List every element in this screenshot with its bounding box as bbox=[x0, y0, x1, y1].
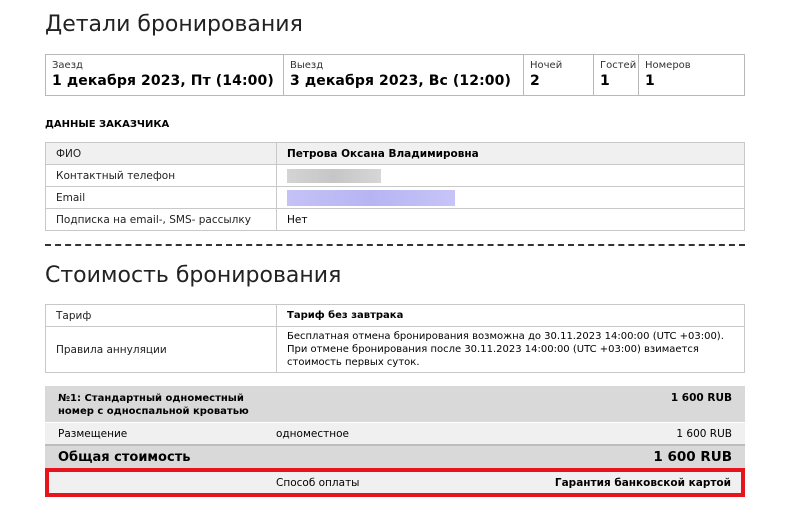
rooms-value: 1 bbox=[645, 73, 655, 89]
nights-cell: Ночей 2 bbox=[524, 55, 594, 95]
payment-method-value: Гарантия банковской картой bbox=[554, 476, 731, 489]
nights-value: 2 bbox=[530, 73, 540, 89]
redacted-phone bbox=[287, 168, 381, 183]
checkout-label: Выезд bbox=[290, 60, 324, 71]
total-price: 1 600 RUB bbox=[653, 449, 732, 465]
table-row: Контактный телефон bbox=[45, 164, 745, 187]
customer-table: ФИО Петрова Оксана Владимировна Контактн… bbox=[45, 142, 745, 231]
rooms-label: Номеров bbox=[645, 60, 691, 71]
room-title: №1: Стандартный одноместный номер с одно… bbox=[58, 393, 249, 417]
subscription-label: Подписка на email-, SMS- рассылку bbox=[45, 208, 277, 231]
email-value bbox=[276, 186, 745, 209]
table-row: ФИО Петрова Оксана Владимировна bbox=[45, 142, 745, 165]
booking-details-title: Детали бронирования bbox=[45, 12, 303, 37]
guests-cell: Гостей 1 bbox=[594, 55, 639, 95]
checkin-label: Заезд bbox=[52, 60, 83, 71]
cancellation-value: Бесплатная отмена бронирования возможна … bbox=[276, 326, 745, 373]
accommodation-label: Размещение bbox=[58, 427, 128, 440]
payment-method-label: Способ оплаты bbox=[276, 476, 360, 489]
full-name-value: Петрова Оксана Владимировна bbox=[276, 142, 745, 165]
redacted-email bbox=[287, 189, 455, 206]
total-row: Общая стоимость 1 600 RUB bbox=[45, 444, 745, 468]
accommodation-type: одноместное bbox=[276, 427, 349, 440]
subscription-value: Нет bbox=[276, 208, 745, 231]
total-label: Общая стоимость bbox=[58, 449, 191, 465]
checkout-value: 3 декабря 2023, Вс (12:00) bbox=[290, 73, 511, 89]
accommodation-price: 1 600 RUB bbox=[676, 427, 732, 440]
cancellation-label: Правила аннуляции bbox=[45, 326, 277, 373]
full-name-label: ФИО bbox=[45, 142, 277, 165]
tariff-table: Тариф Тариф без завтрака Правила аннуляц… bbox=[45, 304, 745, 373]
checkin-value: 1 декабря 2023, Пт (14:00) bbox=[52, 73, 274, 89]
table-row: Тариф Тариф без завтрака bbox=[45, 304, 745, 327]
nights-label: Ночей bbox=[530, 60, 563, 71]
customer-section-title: ДАННЫЕ ЗАКАЗЧИКА bbox=[45, 119, 170, 130]
checkin-cell: Заезд 1 декабря 2023, Пт (14:00) bbox=[46, 55, 284, 95]
table-row: Подписка на email-, SMS- рассылку Нет bbox=[45, 208, 745, 231]
accommodation-row: Размещение одноместное 1 600 RUB bbox=[45, 422, 745, 444]
booking-cost-title: Стоимость бронирования bbox=[45, 263, 342, 288]
payment-method-row: Способ оплаты Гарантия банковской картой bbox=[45, 468, 745, 497]
checkout-cell: Выезд 3 декабря 2023, Вс (12:00) bbox=[284, 55, 524, 95]
email-label: Email bbox=[45, 186, 277, 209]
booking-summary: Заезд 1 декабря 2023, Пт (14:00) Выезд 3… bbox=[45, 54, 745, 96]
room-row: №1: Стандартный одноместный номер с одно… bbox=[45, 386, 745, 422]
phone-label: Контактный телефон bbox=[45, 164, 277, 187]
guests-value: 1 bbox=[600, 73, 610, 89]
price-breakdown: №1: Стандартный одноместный номер с одно… bbox=[45, 386, 745, 468]
phone-value bbox=[276, 164, 745, 187]
section-divider bbox=[45, 244, 745, 246]
rooms-cell: Номеров 1 bbox=[639, 55, 744, 95]
tariff-value: Тариф без завтрака bbox=[276, 304, 745, 327]
guests-label: Гостей bbox=[600, 60, 637, 71]
table-row: Email bbox=[45, 186, 745, 209]
room-price: 1 600 RUB bbox=[670, 392, 732, 404]
table-row: Правила аннуляции Бесплатная отмена брон… bbox=[45, 326, 745, 373]
tariff-label: Тариф bbox=[45, 304, 277, 327]
